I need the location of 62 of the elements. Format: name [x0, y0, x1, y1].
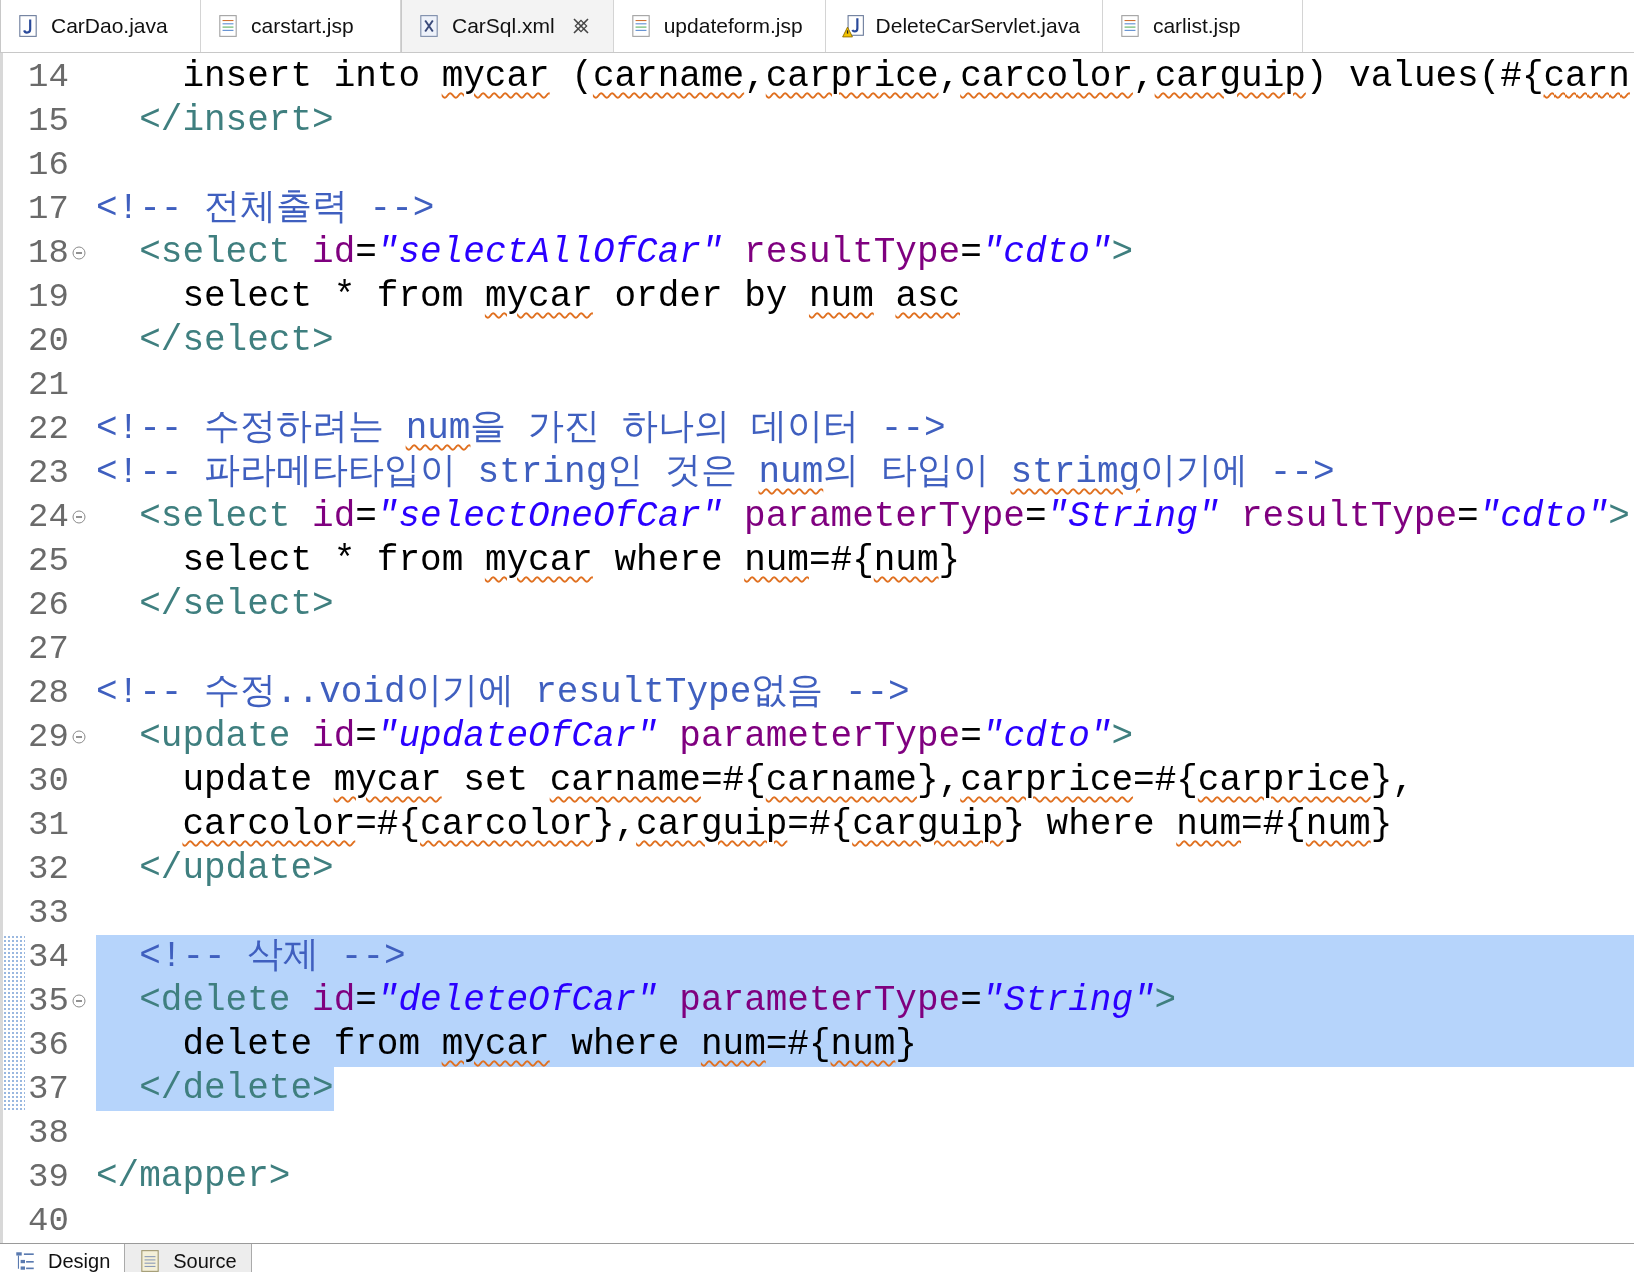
line-number: 29 [28, 718, 69, 756]
line-number: 33 [28, 894, 69, 932]
line-number: 40 [28, 1202, 69, 1240]
code-line: </mapper> [96, 1155, 291, 1199]
collapse-icon[interactable] [71, 510, 86, 524]
code-line: update mycar set carname=#{carname},carprice=#{carprice}, [181, 759, 1414, 803]
code-line: <select id="selectOneOfCar" parameterType="String" resultType="cdto"> [138, 495, 1630, 539]
line-number: 14 [28, 58, 69, 96]
line-number: 35 [28, 982, 69, 1020]
code-line: select * from mycar order by num asc [181, 275, 961, 319]
selection-marker [3, 935, 25, 979]
code-line: <update id="updateOfCar" parameterType="cdto"> [138, 715, 1133, 759]
line-number: 38 [28, 1114, 69, 1152]
line-number: 37 [28, 1070, 69, 1108]
line-number: 30 [28, 762, 69, 800]
code-line: carcolor=#{carcolor},carguip=#{carguip} where num=#{num} [181, 803, 1393, 847]
code-line: <!-- 전체출력 --> [96, 187, 435, 231]
line-number: 18 [28, 234, 69, 272]
code-line: </select> [138, 583, 334, 627]
document-icon [629, 14, 652, 38]
collapse-icon[interactable] [71, 246, 86, 260]
collapse-icon[interactable] [71, 730, 86, 744]
code-line: <!-- 파라메타타입이 string인 것은 num의 타입이 strimg이기에 --> [96, 451, 1335, 495]
line-number: 32 [28, 850, 69, 888]
view-tab[interactable]: Source [125, 1244, 252, 1272]
line-number: 19 [28, 278, 69, 316]
line-number: 23 [28, 454, 69, 492]
line-number: 25 [28, 542, 69, 580]
line-number: 31 [28, 806, 69, 844]
xml-file-icon [418, 14, 440, 38]
line-number: 27 [28, 630, 69, 668]
code-line: <select id="selectAllOfCar" resultType="cdto"> [138, 231, 1133, 275]
line-number: 22 [28, 410, 69, 448]
selection-marker [3, 1067, 25, 1111]
line-number: 20 [28, 322, 69, 360]
editor-tab[interactable]: CarSql.xml [401, 0, 614, 52]
java-file-icon [17, 14, 39, 38]
line-number: 17 [28, 190, 69, 228]
document-icon [1118, 14, 1141, 38]
line-number: 15 [28, 102, 69, 140]
line-number: 21 [28, 366, 69, 404]
line-number: 39 [28, 1158, 69, 1196]
line-number: 34 [28, 938, 69, 976]
code-line: insert into mycar (carname,carprice,carcolor,carguip) values(#{carn [181, 55, 1630, 99]
code-line: <!-- 수정..void이기에 resultType없음 --> [96, 671, 910, 715]
selection-marker [3, 979, 25, 1023]
selection-marker [3, 1023, 25, 1067]
code-line: </update> [138, 847, 334, 891]
code-line: select * from mycar where num=#{num} [181, 539, 961, 583]
code-line: </insert> [138, 99, 334, 143]
collapse-icon[interactable] [71, 994, 86, 1008]
code-line: </select> [138, 319, 334, 363]
java-warning-icon [841, 14, 864, 38]
line-number: 26 [28, 586, 69, 624]
line-number: 28 [28, 674, 69, 712]
document-icon [139, 1248, 162, 1272]
line-number: 16 [28, 146, 69, 184]
line-number: 24 [28, 498, 69, 536]
line-number: 36 [28, 1026, 69, 1064]
document-icon [217, 14, 239, 38]
code-line: <!-- 수정하려는 num을 가진 하나의 데이터 --> [96, 407, 946, 451]
close-icon[interactable] [570, 16, 591, 36]
